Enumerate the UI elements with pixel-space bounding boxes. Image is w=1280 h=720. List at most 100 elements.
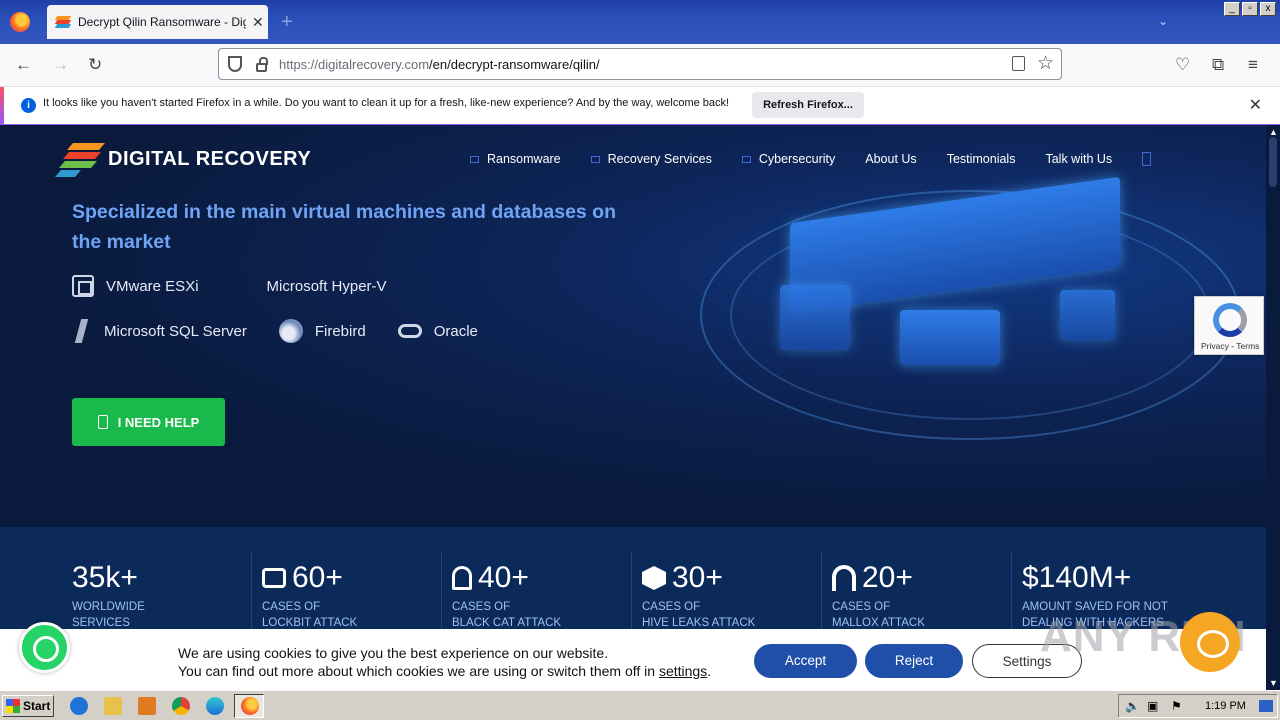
nav-label: Recovery Services — [607, 152, 712, 166]
cookie-reject-button[interactable]: Reject — [865, 644, 963, 678]
nav-about-us[interactable]: About Us — [865, 152, 916, 166]
platform-label: Oracle — [433, 322, 478, 340]
stat-divider — [251, 551, 252, 641]
tab-list-chevron-icon[interactable]: ⌄ — [1158, 14, 1168, 28]
platform-hyperv: Microsoft Hyper-V — [231, 275, 387, 297]
reload-icon[interactable]: ↻ — [88, 55, 102, 75]
stat-divider — [821, 551, 822, 641]
scroll-thumb[interactable] — [1269, 137, 1277, 187]
platform-row-1: VMware ESXi Microsoft Hyper-V — [72, 275, 419, 297]
edge-icon[interactable] — [206, 697, 224, 715]
folder-icon[interactable] — [104, 697, 122, 715]
stat-divider — [631, 551, 632, 641]
site-logo[interactable]: DIGITAL RECOVERY — [55, 141, 311, 177]
recovery-icon — [590, 155, 600, 163]
cookie-accept-button[interactable]: Accept — [754, 644, 857, 678]
platform-label: Microsoft Hyper-V — [266, 277, 387, 295]
browser-titlebar: Decrypt Qilin Ransomware - Digital ✕ + ⌄… — [0, 0, 1280, 44]
minimize-button[interactable]: _ — [1224, 2, 1240, 16]
stat-label: CASES OF — [452, 601, 511, 613]
browser-navbar: ← → ↻ https://digitalrecovery.com/en/dec… — [0, 44, 1280, 87]
nav-cybersecurity[interactable]: Cybersecurity — [741, 152, 835, 166]
tab-close-icon[interactable]: ✕ — [252, 14, 264, 31]
start-button[interactable]: Start — [2, 695, 54, 717]
maximize-button[interactable]: ▫ — [1242, 2, 1258, 16]
browser-tab[interactable]: Decrypt Qilin Ransomware - Digital ✕ — [47, 5, 268, 39]
recaptcha-badge[interactable]: Privacy - Terms — [1194, 296, 1264, 355]
notification-close-icon[interactable]: ✕ — [1249, 95, 1262, 115]
firefox-taskbar-icon — [241, 697, 259, 715]
url-bar[interactable]: https://digitalrecovery.com/en/decrypt-r… — [218, 48, 1062, 80]
reader-view-icon[interactable] — [1012, 56, 1025, 71]
ie-icon[interactable] — [70, 697, 88, 715]
nav-recovery-services[interactable]: Recovery Services — [590, 152, 712, 166]
lock-icon[interactable] — [256, 56, 268, 72]
web-page: DIGITAL RECOVERY Ransomware Recovery Ser… — [0, 125, 1266, 690]
media-player-icon[interactable] — [138, 697, 156, 715]
refresh-firefox-button[interactable]: Refresh Firefox... — [752, 92, 864, 118]
platform-firebird: Firebird — [278, 319, 366, 343]
nav-testimonials[interactable]: Testimonials — [947, 152, 1016, 166]
vmware-icon — [72, 275, 94, 297]
chat-bubble-icon[interactable] — [1180, 612, 1240, 672]
black-cat-icon — [452, 566, 472, 590]
mallox-icon — [832, 565, 856, 591]
window-controls: _ ▫ x — [1224, 2, 1276, 16]
recaptcha-links[interactable]: Privacy - Terms — [1201, 341, 1259, 351]
whatsapp-icon[interactable] — [19, 622, 70, 673]
volume-icon[interactable]: 🔈 — [1125, 699, 1140, 713]
server-block — [1060, 290, 1115, 340]
scroll-down-icon[interactable]: ▼ — [1269, 678, 1278, 688]
page-scrollbar[interactable]: ▲ ▼ — [1266, 125, 1280, 690]
server-block — [900, 310, 1000, 365]
windows-taskbar: Start 🔈 ▣ ⚑ 1:19 PM — [0, 690, 1280, 720]
chrome-icon[interactable] — [172, 697, 190, 715]
cookie-settings-link[interactable]: settings — [659, 663, 707, 679]
nav-ransomware[interactable]: Ransomware — [470, 152, 561, 166]
stat-item: 20+ CASES OF MALLOX ATTACK — [832, 561, 925, 631]
stat-number: 35k+ — [72, 561, 138, 594]
nav-label: About Us — [865, 152, 917, 166]
cookie-line-1: We are using cookies to give you the bes… — [178, 645, 609, 661]
tracking-shield-icon[interactable] — [228, 56, 242, 72]
nav-label: Ransomware — [487, 152, 561, 166]
notification-bar: i It looks like you haven't started Fire… — [0, 87, 1280, 125]
back-arrow-icon[interactable]: ← — [15, 55, 32, 75]
forward-arrow-icon[interactable]: → — [52, 55, 69, 75]
stat-number: 60+ — [292, 561, 343, 594]
bookmark-star-icon[interactable]: ☆ — [1037, 52, 1054, 75]
pocket-icon[interactable]: ♡ — [1175, 55, 1190, 75]
stat-item: 30+ CASES OF HIVE LEAKS ATTACK — [642, 561, 755, 631]
platform-sqlserver: Microsoft SQL Server — [72, 319, 247, 343]
close-window-button[interactable]: x — [1260, 2, 1276, 16]
url-path: /en/decrypt-ransomware/qilin/ — [429, 56, 600, 72]
flag-icon[interactable]: ⚑ — [1171, 699, 1182, 713]
logo-mark-icon — [55, 141, 105, 177]
recaptcha-icon — [1213, 303, 1247, 337]
extensions-icon[interactable]: ⧉ — [1212, 55, 1224, 75]
site-favicon-icon — [54, 15, 72, 29]
stat-label: CASES OF — [262, 601, 321, 613]
lockbit-icon — [262, 568, 286, 588]
scroll-up-icon[interactable]: ▲ — [1269, 127, 1278, 137]
hamburger-menu-icon[interactable]: ≡ — [1248, 55, 1258, 75]
network-icon[interactable]: ▣ — [1147, 699, 1158, 713]
platform-label: Microsoft SQL Server — [104, 322, 247, 340]
platform-oracle: Oracle — [397, 322, 478, 340]
language-flag-icon[interactable] — [1142, 152, 1152, 166]
i-need-help-button[interactable]: I NEED HELP — [72, 398, 225, 446]
hero-headline: Specialized in the main virtual machines… — [72, 201, 617, 253]
show-desktop-icon[interactable] — [1259, 700, 1273, 712]
firefox-icon[interactable] — [10, 12, 30, 32]
stat-item: 35k+ WORLDWIDE SERVICES — [72, 561, 145, 631]
stat-divider — [441, 551, 442, 641]
nav-talk-with-us[interactable]: Talk with Us — [1045, 152, 1152, 166]
server-block — [780, 285, 850, 350]
system-tray: 🔈 ▣ ⚑ 1:19 PM — [1118, 694, 1278, 718]
cookie-line-2: You can find out more about which cookie… — [178, 663, 659, 679]
stat-item: 60+ CASES OF LOCKBIT ATTACK — [262, 561, 357, 631]
new-tab-icon[interactable]: + — [281, 11, 293, 34]
firefox-taskbar-button[interactable] — [234, 694, 264, 718]
info-icon: i — [21, 98, 36, 113]
platform-row-2: Microsoft SQL Server Firebird Oracle — [72, 319, 510, 343]
